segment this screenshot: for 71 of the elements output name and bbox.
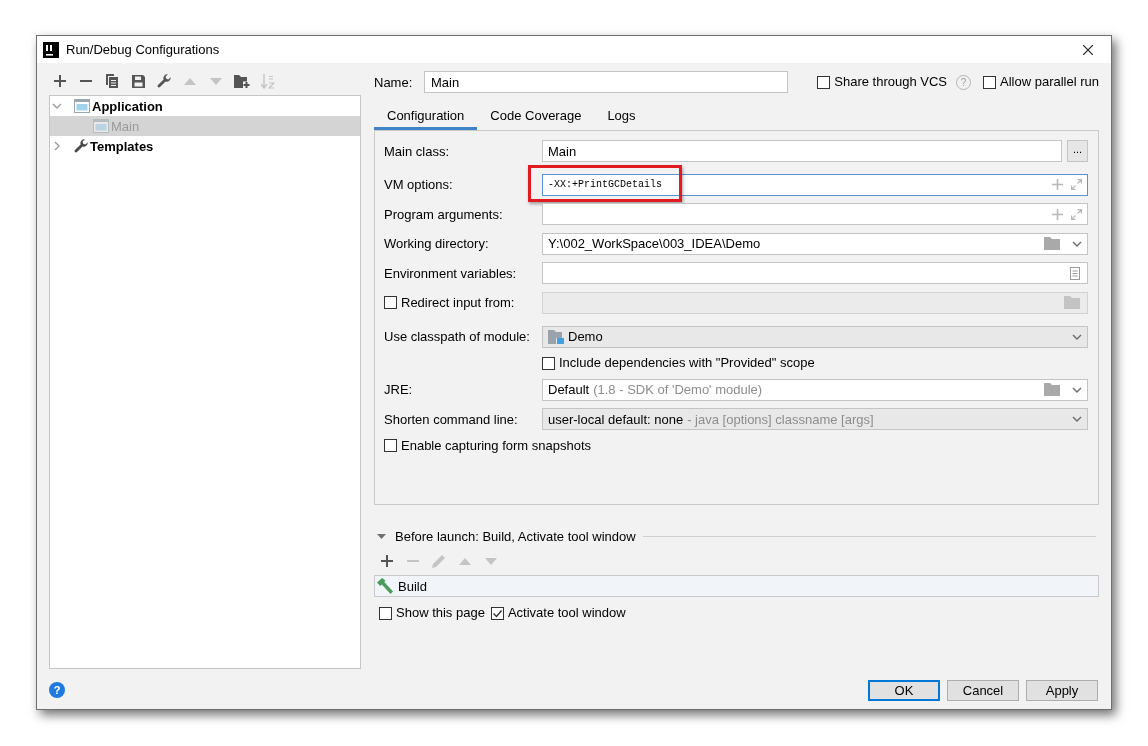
folder-icon[interactable]: [1044, 237, 1060, 251]
text-field[interactable]: [542, 203, 1088, 226]
hammer-icon: [377, 578, 393, 594]
field-label: Use classpath of module:: [384, 329, 530, 345]
window-icon: [93, 119, 109, 133]
wrench-icon: [74, 139, 88, 153]
chevron-right-icon[interactable]: [54, 141, 60, 151]
chevron-down-icon[interactable]: [1072, 240, 1082, 247]
chevron-down-icon[interactable]: [1072, 386, 1082, 393]
text-field[interactable]: [542, 262, 1088, 285]
tree-item[interactable]: Application: [50, 96, 360, 116]
help-button[interactable]: ?: [49, 682, 65, 698]
checkbox-label[interactable]: Show this page: [396, 605, 485, 621]
checkbox[interactable]: [490, 606, 504, 620]
folder-icon[interactable]: [1064, 296, 1080, 310]
checkbox-label[interactable]: Share through VCS: [834, 74, 947, 90]
expand-icon[interactable]: [1071, 179, 1082, 191]
chevron-down-icon[interactable]: [1072, 333, 1082, 340]
dropdown[interactable]: user-local default: none - java [options] classname [args]: [542, 408, 1088, 431]
module-folder-icon: [548, 329, 564, 344]
chevron-down-icon[interactable]: [52, 103, 62, 109]
tab[interactable]: Logs: [594, 104, 649, 130]
window-icon: [74, 99, 90, 113]
field-label: JRE:: [384, 382, 413, 398]
checkbox[interactable]: [384, 296, 397, 310]
dropdown[interactable]: Demo: [542, 325, 1088, 348]
section-title: Before launch: Build, Activate tool window: [395, 528, 636, 544]
wrench-icon[interactable]: [157, 74, 171, 88]
checkbox[interactable]: [379, 606, 392, 620]
tab[interactable]: Code Coverage: [477, 104, 595, 130]
text-field[interactable]: [542, 291, 1088, 314]
checkbox-label[interactable]: Redirect input from:: [401, 294, 515, 311]
expand-icon[interactable]: [1071, 208, 1082, 220]
text-field[interactable]: Main: [542, 140, 1062, 162]
dialog-button[interactable]: Apply: [1026, 680, 1098, 701]
checkbox[interactable]: [542, 356, 555, 370]
field-label: Name:: [374, 74, 414, 90]
text-field[interactable]: Main: [424, 71, 788, 93]
dropdown[interactable]: Default (1.8 - SDK of 'Demo' module): [542, 378, 1088, 401]
dialog-button[interactable]: OK: [868, 680, 940, 701]
field-label: Main class:: [384, 143, 450, 159]
field-label: Shorten command line:: [384, 411, 518, 427]
tree-item[interactable]: Templates: [50, 136, 360, 156]
folder-icon[interactable]: [1044, 383, 1060, 397]
field-label: Working directory:: [384, 236, 489, 252]
checkbox[interactable]: [817, 75, 831, 89]
copy-icon[interactable]: [106, 74, 118, 88]
checkbox[interactable]: [384, 439, 397, 453]
checkbox[interactable]: [983, 75, 996, 89]
plus-icon[interactable]: [54, 75, 66, 87]
list-item[interactable]: Build: [375, 576, 1098, 596]
checkbox-label[interactable]: Activate tool window: [507, 605, 626, 621]
tab[interactable]: Configuration: [374, 104, 478, 130]
folder-plus-icon[interactable]: [234, 74, 250, 88]
field-label: Environment variables:: [384, 265, 517, 281]
checkbox-label[interactable]: Allow parallel run: [1000, 74, 1099, 90]
field-label: VM options:: [384, 177, 453, 193]
close-icon[interactable]: [1083, 44, 1093, 55]
dialog-button[interactable]: Cancel: [947, 680, 1019, 701]
field-label: Program arguments:: [384, 206, 503, 222]
plus-icon[interactable]: [381, 555, 393, 567]
checkbox-label[interactable]: Include dependencies with "Provided" scope: [559, 355, 815, 372]
collapse-triangle-icon[interactable]: [377, 533, 386, 539]
window-title: Run/Debug Configurations: [66, 42, 221, 57]
text-field[interactable]: -XX:+PrintGCDetails: [542, 173, 1088, 196]
browse-button[interactable]: ...: [1067, 140, 1088, 162]
checkbox-label[interactable]: Enable capturing form snapshots: [401, 437, 592, 454]
document-icon[interactable]: [1070, 266, 1080, 280]
text-field[interactable]: Y:\002_WorkSpace\003_IDEA\Demo: [542, 232, 1088, 255]
app-logo-icon: [43, 41, 59, 58]
chevron-down-icon[interactable]: [1072, 416, 1082, 423]
